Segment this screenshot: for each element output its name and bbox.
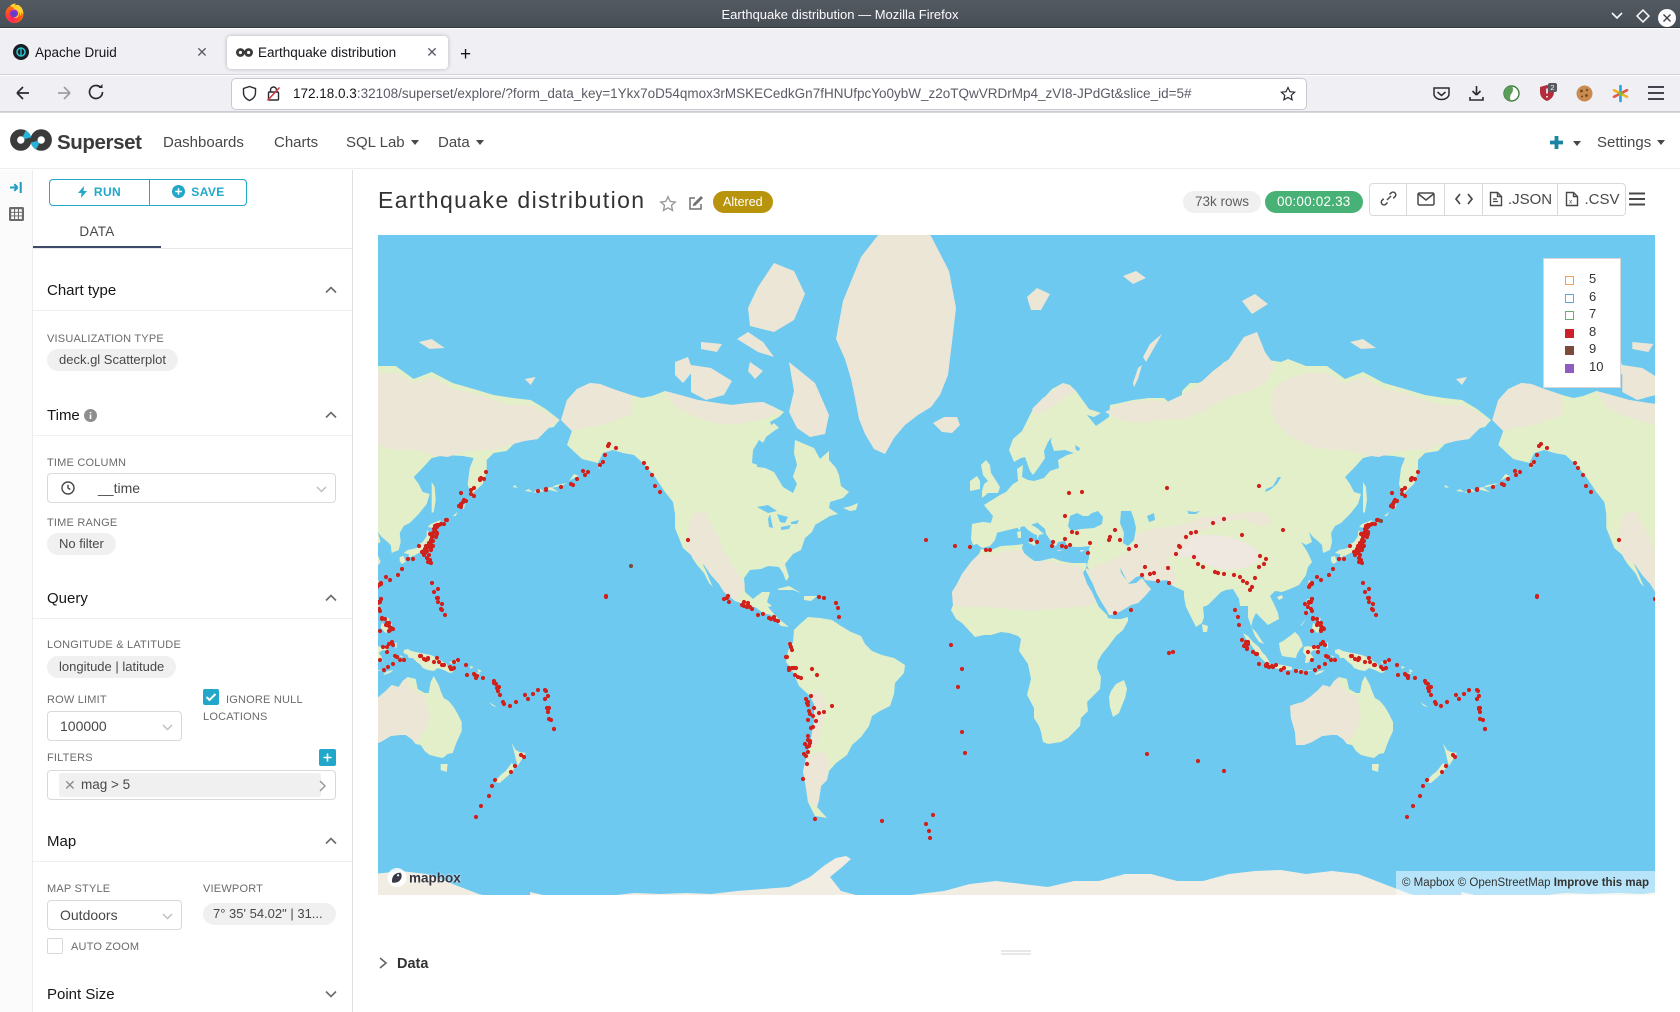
svg-text:x: x: [1569, 199, 1573, 206]
svg-text:2: 2: [1550, 83, 1554, 92]
svg-text:mapbox: mapbox: [409, 871, 461, 886]
